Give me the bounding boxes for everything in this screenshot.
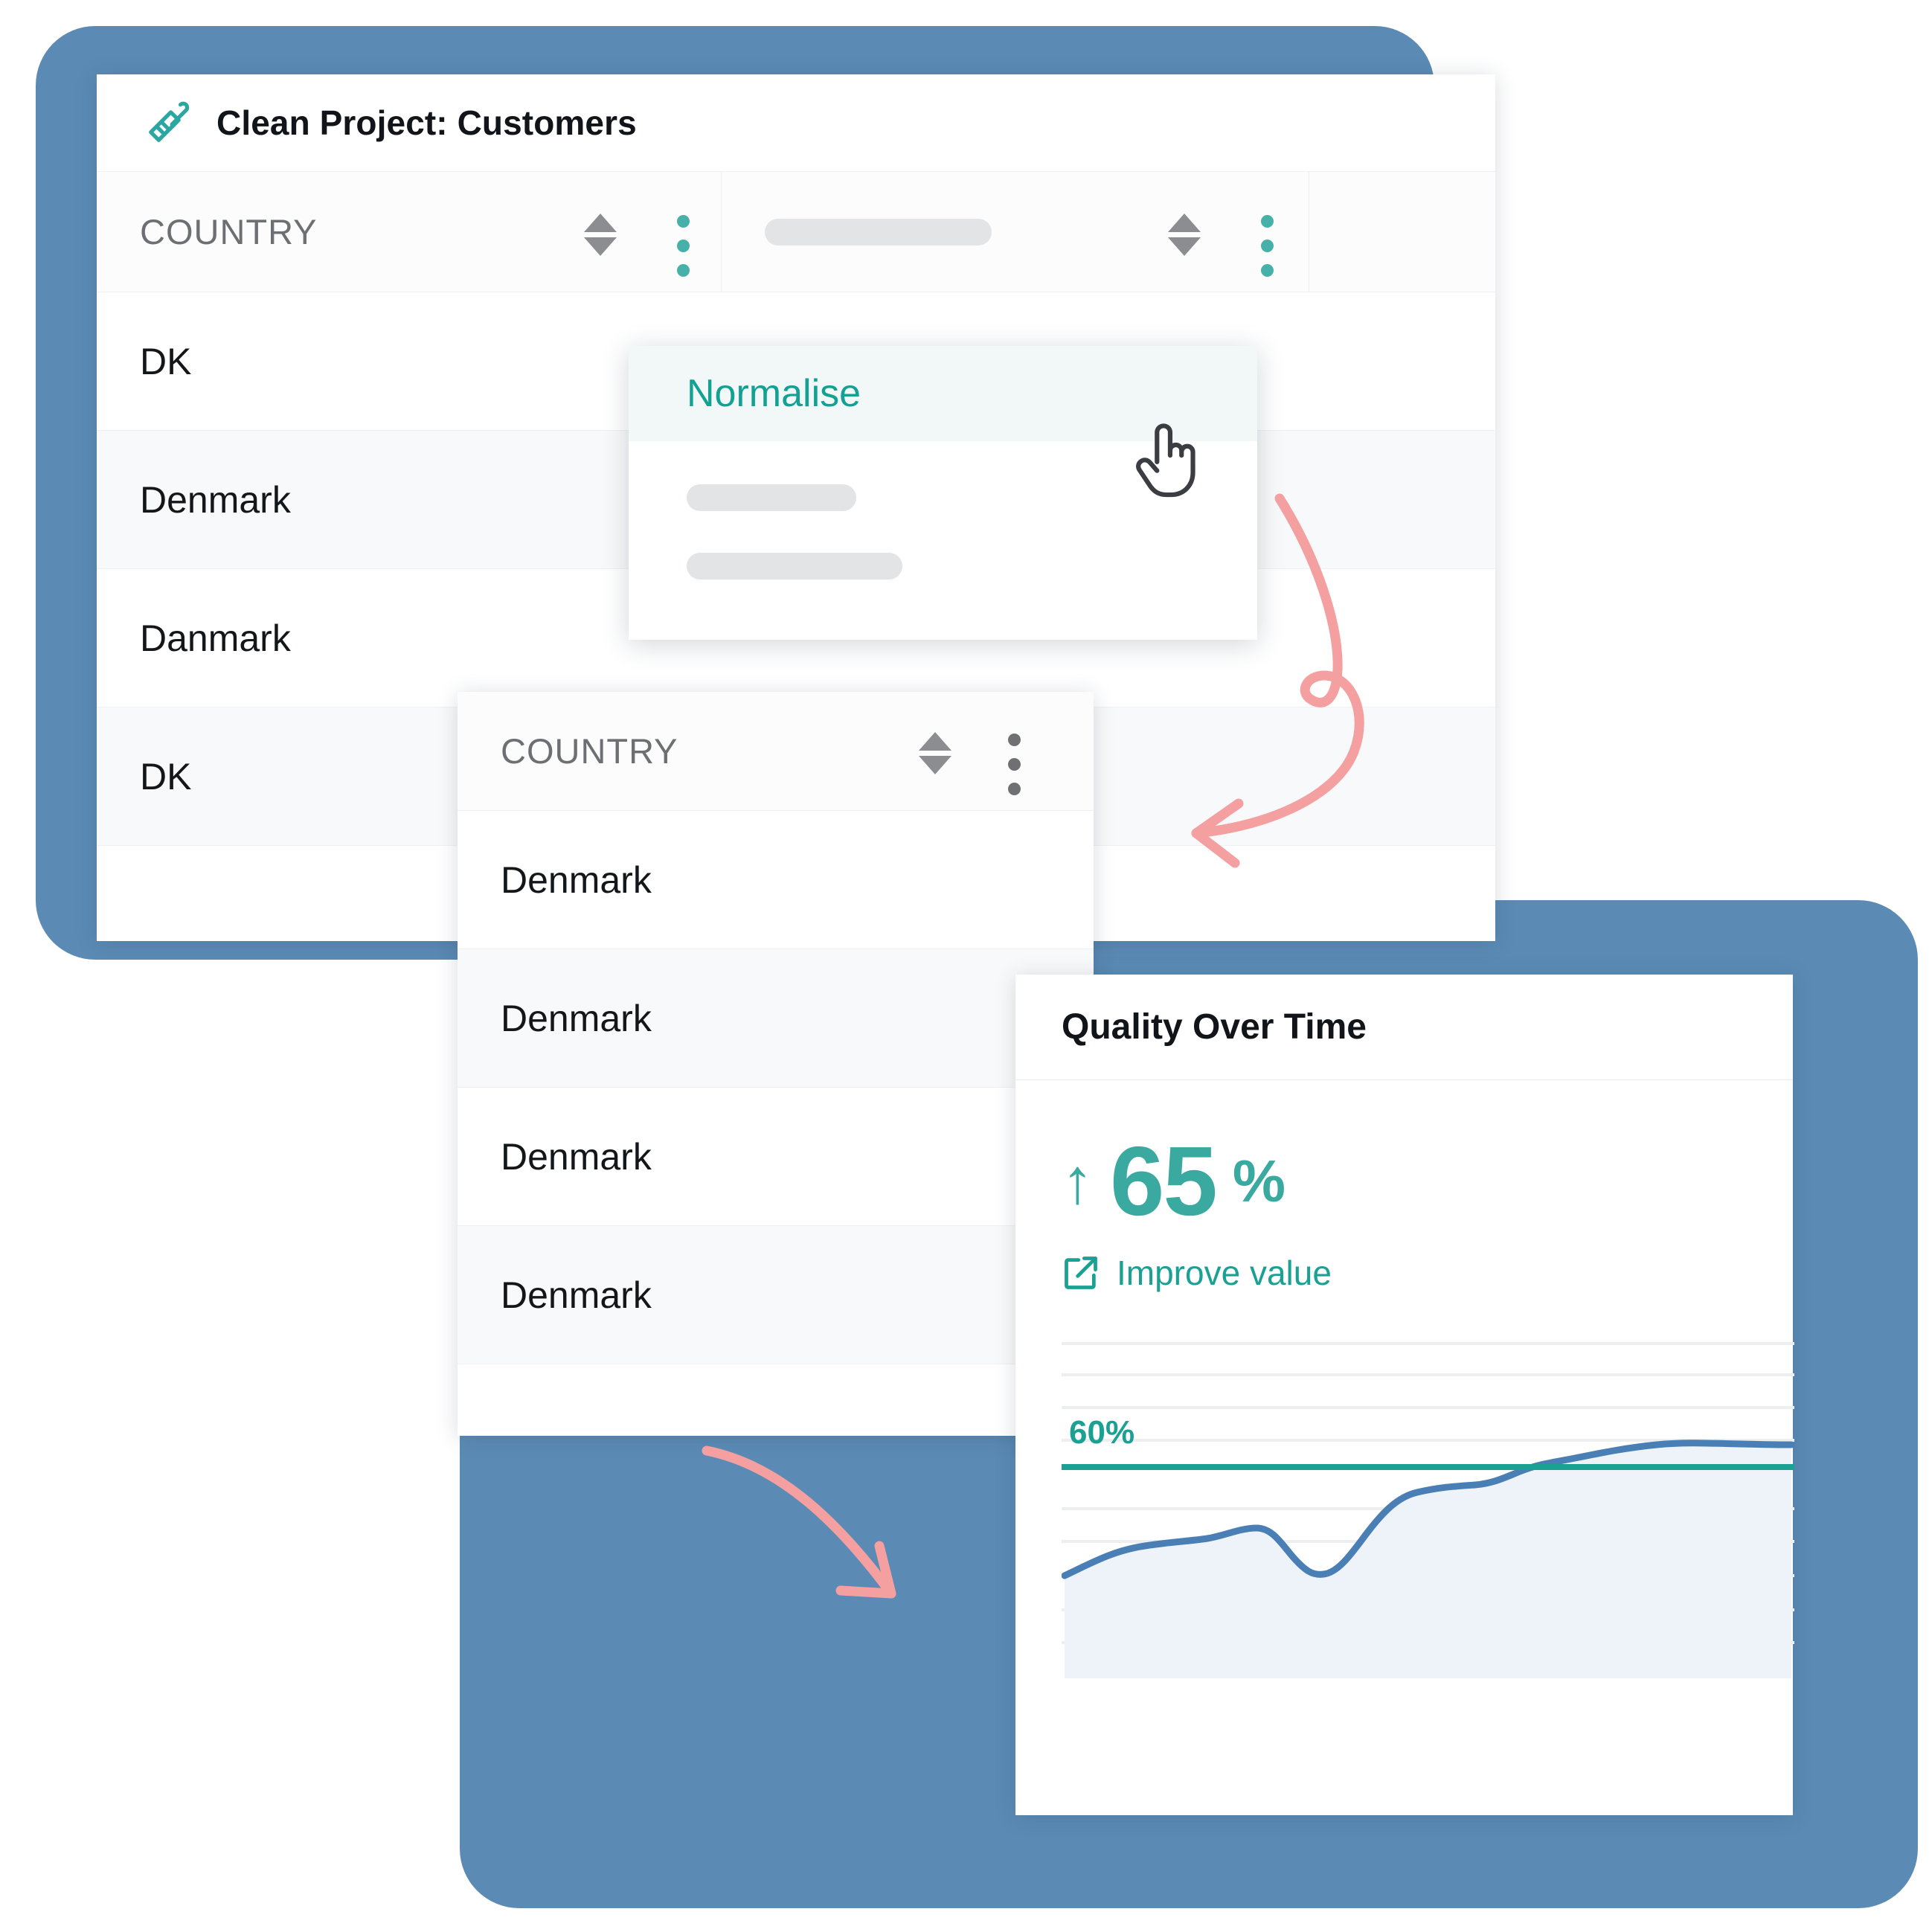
kebab-menu-icon[interactable]	[1008, 734, 1021, 795]
menu-item-label: Normalise	[687, 372, 861, 415]
column-header-label: COUNTRY	[501, 731, 678, 771]
quality-chart: 60%	[1062, 1336, 1794, 1678]
quality-card-header: Quality Over Time	[1015, 975, 1793, 1080]
pink-arrow-to-result	[1191, 493, 1364, 868]
column-header-secondary[interactable]	[722, 172, 1309, 292]
clean-project-header: Clean Project: Customers	[97, 74, 1495, 171]
cell-country: Denmark	[501, 859, 652, 901]
column-header-country[interactable]: COUNTRY	[97, 172, 722, 292]
cell-country: DK	[140, 755, 192, 797]
quality-metric: ↑ 65 %	[1062, 1132, 1793, 1230]
page-title: Clean Project: Customers	[216, 103, 637, 142]
quality-area-chart	[1062, 1342, 1794, 1678]
country-normalised-card: COUNTRY Denmark Denmark Denmark Denmark	[458, 692, 1094, 1436]
quality-value: 65	[1110, 1126, 1218, 1236]
paintbrush-icon	[149, 101, 190, 142]
chart-threshold-label: 60%	[1069, 1414, 1135, 1451]
table-row[interactable]: Denmark	[458, 1226, 1094, 1364]
improve-value-link[interactable]: Improve value	[1062, 1253, 1793, 1293]
quality-over-time-card: Quality Over Time ↑ 65 % Improve value 6…	[1015, 975, 1794, 1815]
cell-country: Denmark	[501, 997, 652, 1039]
screenshot-root: Clean Project: Customers COUNTRY DK Denm…	[0, 0, 1929, 1932]
column-header-placeholder	[765, 218, 992, 245]
sort-arrows-icon[interactable]	[584, 214, 617, 256]
sort-arrows-icon[interactable]	[919, 732, 951, 774]
chart-area-fill	[1065, 1442, 1791, 1678]
trend-up-arrow-icon: ↑	[1062, 1146, 1094, 1217]
column-header-label: COUNTRY	[140, 212, 318, 251]
table-row[interactable]: Denmark	[458, 949, 1094, 1088]
column-header-country[interactable]: COUNTRY	[458, 692, 1094, 810]
quality-unit: %	[1232, 1148, 1286, 1214]
cell-country: Denmark	[501, 1135, 652, 1178]
menu-item-placeholder[interactable]	[687, 484, 856, 511]
improve-value-label: Improve value	[1117, 1254, 1332, 1292]
sort-arrows-icon[interactable]	[1168, 214, 1201, 256]
external-link-icon	[1065, 1257, 1097, 1289]
menu-item-placeholder[interactable]	[687, 553, 902, 580]
cell-country: Denmark	[501, 1274, 652, 1316]
cell-country: Danmark	[140, 617, 291, 659]
quality-card-title: Quality Over Time	[1062, 1007, 1367, 1047]
kebab-menu-icon[interactable]	[1261, 215, 1274, 277]
cell-country: Denmark	[140, 478, 291, 521]
table-header-row: COUNTRY	[458, 692, 1094, 811]
table-row[interactable]: Denmark	[458, 811, 1094, 949]
pink-arrow-to-quality	[702, 1445, 896, 1599]
country-table: COUNTRY Denmark Denmark Denmark Denmark	[458, 692, 1094, 1364]
table-header-row: COUNTRY	[97, 171, 1495, 292]
cell-country: DK	[140, 340, 192, 382]
table-row[interactable]: Denmark	[458, 1088, 1094, 1226]
quality-card-body: ↑ 65 % Improve value 60%	[1015, 1080, 1794, 1678]
kebab-menu-icon[interactable]	[677, 215, 690, 277]
